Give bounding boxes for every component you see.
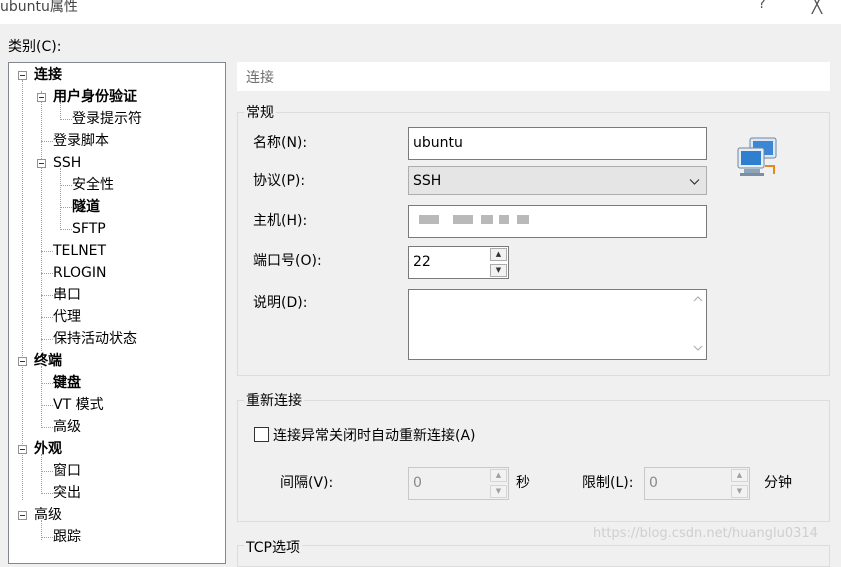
tcp-group: TCP选项 <box>237 537 830 567</box>
category-label: 类别(C): <box>8 39 62 55</box>
title-bar: ubuntu属性 ? ╳ <box>0 0 841 24</box>
scroll-up-icon[interactable] <box>689 294 706 305</box>
tree-item-vt-mode[interactable]: VT 模式 <box>53 394 104 416</box>
section-header-title: 连接 <box>246 70 274 86</box>
auto-reconnect-checkbox[interactable] <box>254 427 269 442</box>
interval-spinner[interactable]: 0 ▲ ▼ <box>408 467 509 500</box>
tree-item-login-prompt[interactable]: 登录提示符 <box>72 108 142 130</box>
limit-spinner[interactable]: 0 ▲ ▼ <box>644 467 750 500</box>
tree-item-ssh[interactable]: SSH <box>53 152 81 174</box>
tree-item-highlight[interactable]: 突出 <box>53 482 81 504</box>
collapse-icon[interactable] <box>18 357 27 366</box>
spin-up-button[interactable]: ▲ <box>490 469 507 482</box>
spin-up-button[interactable]: ▲ <box>731 469 748 482</box>
network-computers-icon <box>736 136 780 178</box>
protocol-select-value: SSH <box>413 173 442 189</box>
collapse-icon[interactable] <box>18 445 27 454</box>
spin-up-button[interactable]: ▲ <box>490 248 507 261</box>
vertical-scrollbar[interactable] <box>689 290 706 359</box>
watermark: https://blog.csdn.net/huanglu0314 <box>593 526 818 541</box>
port-value: 22 <box>413 254 431 270</box>
spin-down-button[interactable]: ▼ <box>731 485 748 498</box>
tree-item-keepalive[interactable]: 保持活动状态 <box>53 328 137 350</box>
interval-label: 间隔(V): <box>280 475 334 491</box>
tree-item-sftp[interactable]: SFTP <box>72 218 106 240</box>
host-field[interactable] <box>408 205 707 238</box>
tree-item-advanced[interactable]: 高级 <box>34 504 62 526</box>
host-label: 主机(H): <box>253 213 308 229</box>
description-field[interactable] <box>408 289 707 360</box>
tree-item-terminal-advanced[interactable]: 高级 <box>53 416 81 438</box>
window-title: ubuntu属性 <box>0 0 78 15</box>
host-value-redacted <box>419 211 549 231</box>
limit-label: 限制(L): <box>582 475 634 491</box>
reconnect-group-title: 重新连接 <box>244 390 304 410</box>
port-label: 端口号(O): <box>253 253 322 269</box>
tree-item-telnet[interactable]: TELNET <box>53 240 106 262</box>
name-label: 名称(N): <box>253 135 308 151</box>
limit-unit: 分钟 <box>764 475 792 491</box>
chevron-down-icon <box>689 167 700 197</box>
interval-unit: 秒 <box>516 475 530 491</box>
tree-item-security[interactable]: 安全性 <box>72 174 114 196</box>
tree-item-login-script[interactable]: 登录脚本 <box>53 130 109 152</box>
interval-value: 0 <box>413 475 422 491</box>
tree-item-trace[interactable]: 跟踪 <box>53 526 81 548</box>
close-button[interactable]: ╳ <box>806 0 828 17</box>
category-tree[interactable]: 连接 用户身份验证 登录提示符 登录脚本 SSH 安全性 隧道 SFTP TEL… <box>8 62 226 564</box>
port-spinner[interactable]: 22 ▲ ▼ <box>408 246 509 279</box>
tree-item-tunnel[interactable]: 隧道 <box>72 196 100 218</box>
tree-item-proxy[interactable]: 代理 <box>53 306 81 328</box>
tree-item-rlogin[interactable]: RLOGIN <box>53 262 107 284</box>
auto-reconnect-label[interactable]: 连接异常关闭时自动重新连接(A) <box>273 425 476 445</box>
scroll-down-icon[interactable] <box>689 344 706 355</box>
tree-item-user-auth[interactable]: 用户身份验证 <box>53 86 137 108</box>
tree-item-serial[interactable]: 串口 <box>53 284 81 306</box>
help-button[interactable]: ? <box>752 0 772 18</box>
spin-down-button[interactable]: ▼ <box>490 485 507 498</box>
limit-value: 0 <box>649 475 658 491</box>
tree-item-connection[interactable]: 连接 <box>34 64 62 86</box>
spin-down-button[interactable]: ▼ <box>490 264 507 277</box>
protocol-select[interactable]: SSH <box>408 166 707 195</box>
collapse-icon[interactable] <box>37 159 46 168</box>
description-label: 说明(D): <box>253 295 308 311</box>
section-header: 连接 <box>237 62 830 91</box>
reconnect-group: 重新连接 <box>237 390 830 522</box>
collapse-icon[interactable] <box>37 93 46 102</box>
collapse-icon[interactable] <box>18 71 27 80</box>
name-field[interactable]: ubuntu <box>408 127 707 160</box>
tree-item-window[interactable]: 窗口 <box>53 460 81 482</box>
collapse-icon[interactable] <box>18 511 27 520</box>
tree-item-appearance[interactable]: 外观 <box>34 438 62 460</box>
tree-item-terminal[interactable]: 终端 <box>34 350 62 372</box>
tree-item-keyboard[interactable]: 键盘 <box>53 372 81 394</box>
tcp-group-title: TCP选项 <box>244 537 302 557</box>
protocol-label: 协议(P): <box>253 173 306 189</box>
general-group-title: 常规 <box>244 102 276 122</box>
